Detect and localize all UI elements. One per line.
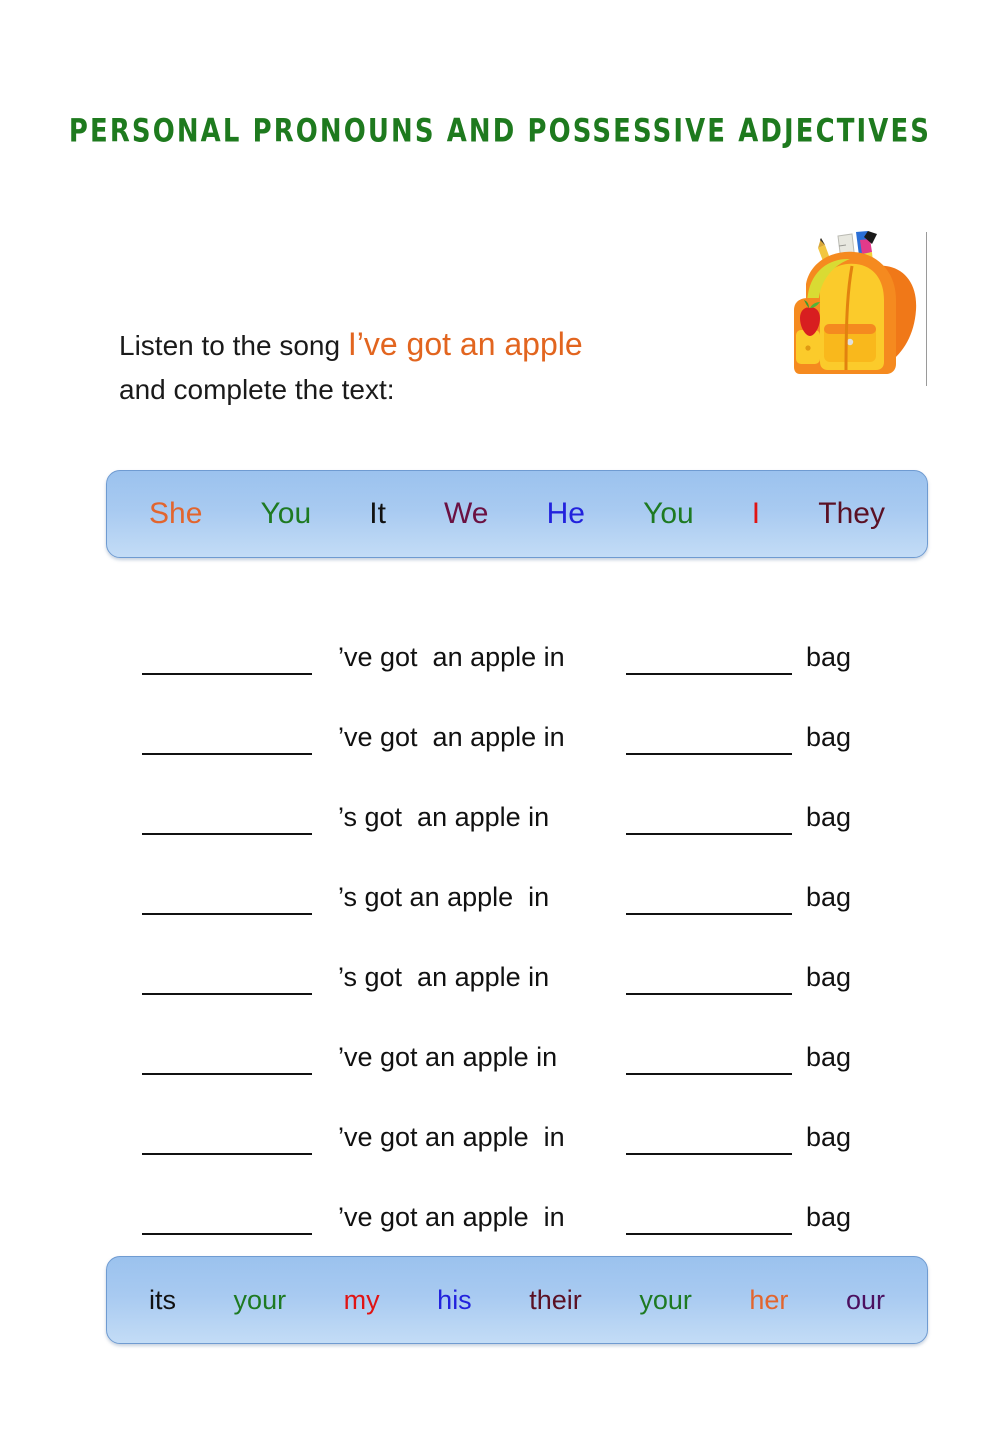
sentence-row: ’ve got an apple in bag: [0, 1092, 1000, 1172]
backpack-illustration: [776, 218, 928, 386]
sentence-tail-3: bag: [806, 882, 852, 912]
possessive-word-0[interactable]: its: [149, 1285, 176, 1316]
sentence-middle-2: ’s got an apple in: [338, 802, 550, 832]
sentence-tail-0: bag: [806, 642, 852, 672]
subject-blank-6[interactable]: [142, 1153, 312, 1155]
subject-blank-3[interactable]: [142, 913, 312, 915]
possessive-word-bank: its your my his their your her our: [106, 1256, 928, 1344]
sentence-row: ’s got an apple in bag: [0, 932, 1000, 1012]
backpack-icon: [794, 231, 917, 374]
instruction-second-line: and complete the text:: [119, 374, 395, 405]
subject-blank-5[interactable]: [142, 1073, 312, 1075]
subject-blank-7[interactable]: [142, 1233, 312, 1235]
subject-blank-4[interactable]: [142, 993, 312, 995]
possessive-word-4[interactable]: their: [529, 1285, 582, 1316]
possessive-word-5[interactable]: your: [639, 1285, 692, 1316]
possessive-word-3[interactable]: his: [437, 1285, 472, 1316]
pronoun-word-0[interactable]: She: [149, 497, 202, 531]
sentence-middle-1: ’ve got an apple in: [338, 722, 565, 752]
subject-blank-1[interactable]: [142, 753, 312, 755]
possessive-blank-2[interactable]: [626, 833, 792, 835]
possessive-word-6[interactable]: her: [749, 1285, 788, 1316]
sentence-tail-7: bag: [806, 1202, 852, 1232]
subject-blank-2[interactable]: [142, 833, 312, 835]
sentence-middle-6: ’ve got an apple in: [338, 1122, 565, 1152]
sentence-tail-1: bag: [806, 722, 852, 752]
possessive-blank-1[interactable]: [626, 753, 792, 755]
instruction-lead: Listen to the song: [119, 330, 348, 361]
sentence-list: ’ve got an apple in bag ’ve got an apple…: [0, 612, 1000, 1252]
possessive-blank-6[interactable]: [626, 1153, 792, 1155]
sentence-row: ’ve got an apple in bag: [0, 1172, 1000, 1252]
sentence-tail-5: bag: [806, 1042, 852, 1072]
pronoun-word-bank: She You It We He You I They: [106, 470, 928, 558]
sentence-middle-0: ’ve got an apple in: [338, 642, 565, 672]
pronoun-word-3[interactable]: We: [444, 497, 488, 531]
pronoun-word-6[interactable]: I: [752, 497, 760, 531]
sentence-row: ’s got an apple in bag: [0, 852, 1000, 932]
sentence-tail-6: bag: [806, 1122, 852, 1152]
subject-blank-0[interactable]: [142, 673, 312, 675]
sentence-middle-4: ’s got an apple in: [338, 962, 550, 992]
pronoun-word-1[interactable]: You: [261, 497, 312, 531]
possessive-blank-5[interactable]: [626, 1073, 792, 1075]
sentence-middle-7: ’ve got an apple in: [338, 1202, 565, 1232]
possessive-word-1[interactable]: your: [234, 1285, 287, 1316]
pronoun-word-2[interactable]: It: [369, 497, 386, 531]
sentence-middle-3: ’s got an apple in: [338, 882, 550, 912]
instruction-block: Listen to the song I’ve got an apple and…: [119, 322, 759, 412]
vertical-divider-line: [926, 232, 927, 386]
pronoun-word-7[interactable]: They: [818, 497, 885, 531]
possessive-word-2[interactable]: my: [344, 1285, 380, 1316]
possessive-blank-4[interactable]: [626, 993, 792, 995]
possessive-blank-0[interactable]: [626, 673, 792, 675]
pronoun-word-5[interactable]: You: [643, 497, 694, 531]
page-title: PERSONAL PRONOUNS AND POSSESSIVE ADJECTI…: [68, 113, 932, 150]
possessive-word-7[interactable]: our: [846, 1285, 885, 1316]
sentence-row: ’s got an apple in bag: [0, 772, 1000, 852]
pronoun-word-4[interactable]: He: [547, 497, 585, 531]
sentence-tail-2: bag: [806, 802, 852, 832]
sentence-middle-5: ’ve got an apple in: [338, 1042, 558, 1072]
possessive-blank-3[interactable]: [626, 913, 792, 915]
sentence-row: ’ve got an apple in bag: [0, 1012, 1000, 1092]
sentence-row: ’ve got an apple in bag: [0, 612, 1000, 692]
sentence-row: ’ve got an apple in bag: [0, 692, 1000, 772]
sentence-tail-4: bag: [806, 962, 852, 992]
song-title: I’ve got an apple: [347, 326, 583, 362]
possessive-blank-7[interactable]: [626, 1233, 792, 1235]
